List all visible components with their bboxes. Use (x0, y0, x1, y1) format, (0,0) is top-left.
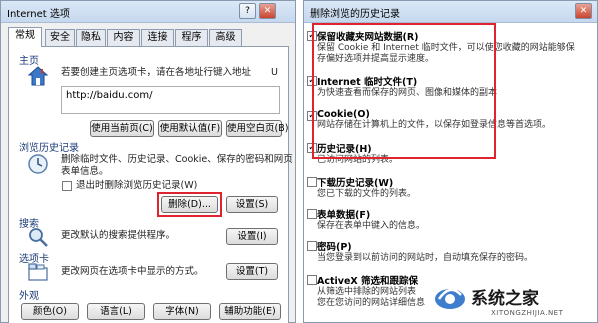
tab-label: 安全 (50, 32, 70, 43)
tab-connections[interactable]: 连接 (141, 29, 174, 46)
languages-button[interactable]: 语言(L) (87, 303, 145, 320)
homepage-description: 若要创建主页选项卡，请在各地址行键入地址 (61, 67, 252, 78)
delete-on-exit-checkbox[interactable] (62, 181, 72, 191)
home-icon (27, 65, 49, 87)
tab-programs[interactable]: 程序 (175, 29, 208, 46)
watermark-text: 系统之家 (471, 289, 539, 309)
item-desc-line: 您已下载的文件的列表。 (317, 189, 417, 199)
delete-history-window: 删除浏览的历史记录 ✕ ✓ 保留收藏夹网站数据(R) 保留 Cookie 和 I… (303, 0, 598, 323)
search-icon (27, 226, 49, 248)
history-icon (27, 153, 49, 175)
tabs-settings-button[interactable]: 设置(T) (226, 263, 278, 280)
tab-label: 高级 (215, 32, 236, 43)
download-history-checkbox[interactable] (307, 177, 317, 187)
general-panel: 主页 若要创建主页选项卡，请在各地址行键入地址 U http://baidu.c… (8, 46, 293, 323)
homepage-url-value: http://baidu.com/ (66, 90, 153, 101)
tabs-section-description: 更改网页在选项卡中显示的方式。 (61, 266, 204, 277)
form-data-checkbox[interactable] (307, 209, 317, 219)
activex-checkbox[interactable] (307, 275, 317, 285)
history-settings-button[interactable]: 设置(S) (226, 196, 278, 213)
tab-label: 内容 (113, 32, 134, 43)
accessibility-button[interactable]: 辅助功能(E) (219, 303, 281, 320)
tab-label: 隐私 (81, 32, 101, 43)
colors-button[interactable]: 颜色(O) (21, 303, 79, 320)
form-data-item[interactable]: 表单数据(F) 保存在表单中键入的信息。 (317, 207, 593, 232)
tab-label: 连接 (147, 32, 168, 43)
history-description-line1: 删除临时文件、历史记录、Cookie、保存的密码和网页 (61, 154, 293, 165)
homepage-description-suffix: U (271, 67, 278, 78)
use-current-button[interactable]: 使用当前页(C) (90, 120, 154, 137)
title-bar: Internet 选项 ? ✕ (1, 1, 295, 23)
tab-security[interactable]: 安全 (45, 29, 75, 46)
search-settings-button[interactable]: 设置(I) (226, 228, 278, 245)
history-description-line2: 表单信息。 (61, 166, 109, 177)
tab-label: 程序 (181, 32, 202, 43)
help-button[interactable]: ? (239, 3, 256, 19)
delete-button-highlight (157, 192, 222, 217)
passwords-item[interactable]: 密码(P) 当您登录到以前访问的网站时，自动填充保存的密码。 (317, 239, 593, 264)
item-title: 密码(P) (317, 242, 352, 253)
fonts-button[interactable]: 字体(N) (153, 303, 211, 320)
delete-on-exit-label[interactable]: 退出时删除浏览历史记录(W) (76, 180, 197, 192)
tab-content[interactable]: 内容 (107, 29, 140, 46)
use-blank-button[interactable]: 使用空白页(B) (226, 120, 288, 137)
tab-general[interactable]: 常规 (8, 27, 42, 47)
item-desc-line: 当您登录到以前访问的网站时，自动填充保存的密码。 (317, 253, 534, 263)
watermark-logo-icon (433, 281, 467, 313)
tab-privacy[interactable]: 隐私 (76, 29, 106, 46)
use-default-button[interactable]: 使用默认值(F) (158, 120, 222, 137)
homepage-url-textarea[interactable]: http://baidu.com/ (61, 86, 280, 114)
close-button[interactable]: ✕ (575, 3, 592, 19)
selected-options-highlight (312, 23, 496, 159)
title-bar: 删除浏览的历史记录 ✕ (304, 1, 597, 23)
close-button[interactable]: ✕ (259, 3, 276, 19)
download-history-item[interactable]: 下载历史记录(W) 您已下载的文件的列表。 (317, 175, 593, 200)
passwords-checkbox[interactable] (307, 241, 317, 251)
internet-options-window: Internet 选项 ? ✕ 常规 安全 隐私 内容 连接 程序 高级 主页 … (0, 0, 296, 323)
item-desc-line: 保存在表单中键入的信息。 (317, 221, 426, 231)
window-title: Internet 选项 (7, 9, 70, 20)
item-title: 表单数据(F) (317, 210, 371, 221)
tabs-icon (27, 261, 49, 283)
watermark-url: XITONGZHIJIA.NET (491, 309, 564, 317)
appearance-header: 外观 (19, 291, 39, 302)
search-description: 更改默认的搜索提供程序。 (61, 230, 176, 241)
tab-advanced[interactable]: 高级 (209, 29, 242, 46)
watermark: 系统之家 XITONGZHIJIA.NET (429, 277, 597, 323)
history-header: 浏览历史记录 (19, 143, 79, 154)
item-title: 下载历史记录(W) (317, 178, 394, 189)
window-title: 删除浏览的历史记录 (310, 9, 400, 20)
tab-label: 常规 (15, 30, 35, 41)
